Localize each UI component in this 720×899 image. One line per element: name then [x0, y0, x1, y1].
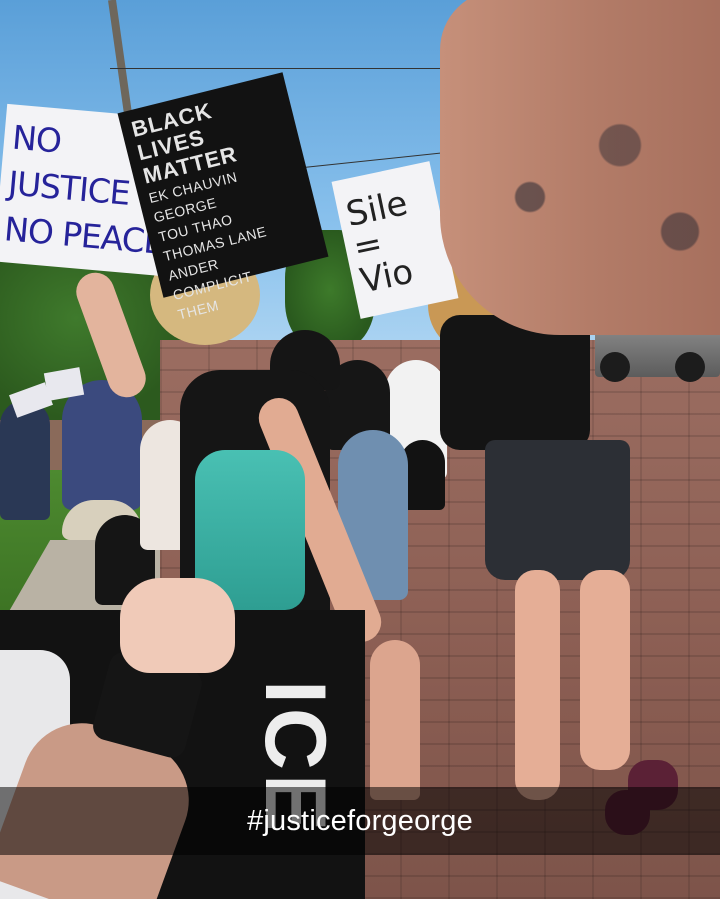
marcher-leg	[515, 570, 560, 800]
tattooed-arm	[440, 0, 720, 335]
marcher	[62, 380, 142, 510]
power-line	[110, 68, 450, 69]
marcher	[0, 400, 50, 520]
fist	[120, 578, 235, 673]
photo-scene: NO JUSTICE NO PEACE BLACK LIVES MATTER E…	[0, 0, 720, 899]
car-wheel	[675, 352, 705, 382]
caption-bar: #justiceforgeorge	[0, 787, 720, 855]
marcher-leg	[580, 570, 630, 770]
car-wheel	[600, 352, 630, 382]
marcher-right-top	[440, 315, 590, 450]
caption-hashtag: #justiceforgeorge	[247, 804, 473, 837]
denim-shorts	[485, 440, 630, 580]
marcher-legs	[370, 640, 420, 800]
